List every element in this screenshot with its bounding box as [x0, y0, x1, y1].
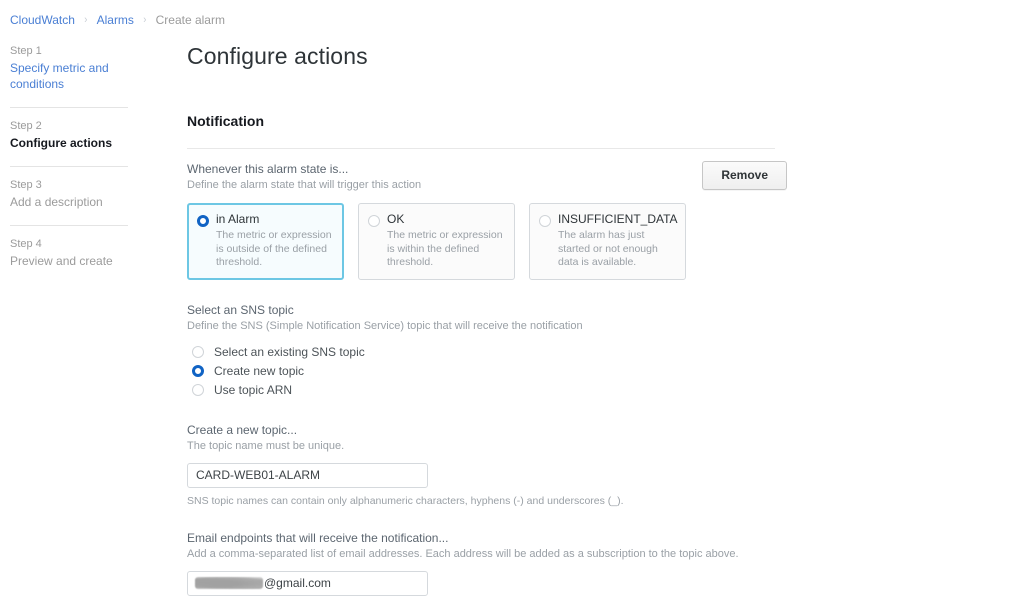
email-endpoints-description: Add a comma-separated list of email addr…: [187, 547, 739, 560]
sidebar-divider: [10, 107, 128, 108]
breadcrumb-separator-icon: ›: [143, 14, 147, 26]
email-endpoints-input[interactable]: [187, 570, 428, 596]
email-endpoints-block: Email endpoints that will receive the no…: [187, 530, 787, 596]
sns-option-select-existing[interactable]: Select an existing SNS topic: [187, 343, 787, 362]
radio-icon: [192, 384, 204, 396]
sns-option-use-arn[interactable]: Use topic ARN: [187, 381, 787, 400]
option-description: The alarm has just started or not enough…: [558, 229, 658, 268]
radio-icon: [192, 346, 204, 358]
email-endpoints-label: Email endpoints that will receive the no…: [187, 530, 449, 545]
email-input-wrapper: [187, 570, 428, 596]
create-topic-block: Create a new topic... The topic name mus…: [187, 422, 787, 508]
remove-button[interactable]: Remove: [702, 161, 787, 190]
sns-option-label: Create new topic: [214, 364, 305, 378]
create-topic-description: The topic name must be unique.: [187, 439, 345, 452]
notification-section-title: Notification: [187, 113, 264, 129]
sidebar-divider: [10, 225, 128, 226]
step-number: Step 3: [10, 179, 42, 191]
breadcrumb-item-alarms[interactable]: Alarms: [97, 12, 134, 28]
sidebar-divider: [10, 166, 128, 167]
create-alarm-page: CloudWatch › Alarms › Create alarm Step …: [0, 0, 1024, 596]
page-title: Configure actions: [187, 43, 368, 69]
sns-topic-description: Define the SNS (Simple Notification Serv…: [187, 319, 583, 332]
step-number: Step 2: [10, 120, 42, 132]
step-number: Step 1: [10, 45, 42, 57]
breadcrumb: CloudWatch › Alarms › Create alarm: [10, 12, 225, 28]
sns-topic-block: Select an SNS topic Define the SNS (Simp…: [187, 302, 787, 400]
sns-topic-options: Select an existing SNS topic Create new …: [187, 343, 787, 400]
option-title: OK: [387, 212, 405, 226]
alarm-state-option-insufficient-data[interactable]: INSUFFICIENT_DATA The alarm has just sta…: [529, 203, 686, 280]
create-topic-helper: SNS topic names can contain only alphanu…: [187, 494, 624, 507]
step-label: Configure actions: [10, 136, 113, 150]
breadcrumb-separator-icon: ›: [84, 14, 88, 26]
sns-option-create-new[interactable]: Create new topic: [187, 362, 787, 381]
breadcrumb-item-create-alarm: Create alarm: [155, 13, 225, 27]
main-content: Configure actions Notification Whenever …: [187, 42, 787, 596]
alarm-state-options: in Alarm The metric or expression is out…: [187, 203, 787, 280]
sidebar-step-1[interactable]: Step 1 Specify metric and conditions: [10, 44, 140, 94]
sns-topic-label: Select an SNS topic: [187, 302, 294, 317]
step-label[interactable]: Specify metric and conditions: [10, 60, 140, 92]
radio-icon: [368, 212, 380, 270]
radio-icon: [197, 212, 209, 270]
step-number: Step 4: [10, 238, 42, 250]
option-description: The metric or expression is within the d…: [387, 229, 503, 268]
alarm-state-description: Define the alarm state that will trigger…: [187, 179, 422, 191]
section-divider: [187, 148, 775, 149]
option-description: The metric or expression is outside of t…: [216, 229, 332, 268]
sidebar-step-2[interactable]: Step 2 Configure actions: [10, 119, 140, 153]
option-title: in Alarm: [216, 212, 260, 226]
step-label: Preview and create: [10, 254, 113, 268]
step-label: Add a description: [10, 195, 103, 209]
sidebar-step-3[interactable]: Step 3 Add a description: [10, 178, 140, 212]
alarm-state-row: Whenever this alarm state is... Define t…: [187, 161, 787, 193]
option-title: INSUFFICIENT_DATA: [558, 212, 678, 226]
topic-name-input[interactable]: [187, 462, 428, 488]
sns-option-label: Select an existing SNS topic: [214, 345, 365, 359]
alarm-state-label: Whenever this alarm state is...: [187, 162, 349, 176]
radio-icon: [539, 212, 551, 270]
radio-icon: [192, 365, 204, 377]
sns-option-label: Use topic ARN: [214, 383, 293, 397]
wizard-steps-sidebar: Step 1 Specify metric and conditions Ste…: [10, 44, 140, 271]
alarm-state-option-in-alarm[interactable]: in Alarm The metric or expression is out…: [187, 203, 344, 280]
create-topic-label: Create a new topic...: [187, 422, 298, 437]
breadcrumb-item-cloudwatch[interactable]: CloudWatch: [10, 12, 75, 28]
alarm-state-option-ok[interactable]: OK The metric or expression is within th…: [358, 203, 515, 280]
alarm-state-labels: Whenever this alarm state is... Define t…: [187, 161, 421, 193]
sidebar-step-4[interactable]: Step 4 Preview and create: [10, 237, 140, 271]
